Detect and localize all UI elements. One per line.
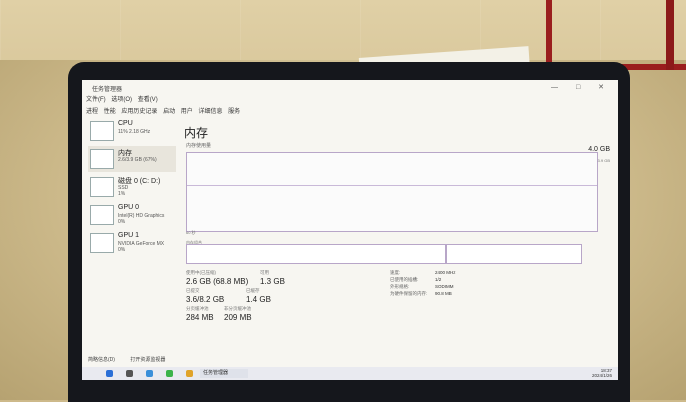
sidebar-item-sub: Intel(R) HD Graphics 0% — [118, 213, 165, 225]
app-icon[interactable] — [166, 370, 173, 377]
tab-users[interactable]: 用户 — [181, 109, 193, 115]
taskbar: 任务管理器 18:37 2024/1/26 — [82, 367, 618, 380]
composition-divider — [445, 245, 447, 263]
sidebar-item-gpu0[interactable]: GPU 0 Intel(R) HD Graphics 0% — [88, 202, 176, 228]
folder-icon[interactable] — [186, 370, 193, 377]
sidebar-item-sub: 11% 2.18 GHz — [118, 129, 151, 135]
sidebar-item-memory[interactable]: 内存 2.6/3.9 GB (67%) — [88, 146, 176, 172]
sidebar-item-cpu[interactable]: CPU 11% 2.18 GHz — [88, 118, 176, 144]
graph-time: 60 秒 — [186, 230, 196, 235]
taskbar-task-manager[interactable]: 任务管理器 — [200, 369, 248, 378]
memory-usage-graph — [186, 152, 598, 232]
disk-graph-thumbnail — [90, 177, 114, 197]
resource-monitor-link[interactable]: 打开资源监视器 — [130, 357, 165, 363]
edge-icon[interactable] — [146, 370, 153, 377]
graph-max: 3.9 GB — [597, 158, 610, 163]
red-chair — [546, 0, 686, 70]
memory-stats: 使用中(已压缩) 2.6 GB (68.8 MB) 可用 1.3 GB 已提交 … — [186, 270, 606, 350]
tab-app-history[interactable]: 应用历史记录 — [121, 109, 157, 115]
cpu-graph-thumbnail — [90, 121, 114, 141]
window-title: 任务管理器 — [92, 87, 123, 93]
sidebar-item-gpu1[interactable]: GPU 1 NVIDIA GeForce MX 0% — [88, 230, 176, 256]
stat-available: 可用 1.3 GB — [260, 270, 285, 286]
sidebar-item-label: CPU — [118, 120, 133, 127]
info-row: 速度: 2400 MHz — [390, 270, 456, 275]
tab-details[interactable]: 详细信息 — [198, 109, 222, 115]
window-controls[interactable]: — □ ✕ — [551, 83, 612, 91]
stat-in-use: 使用中(已压缩) 2.6 GB (68.8 MB) — [186, 270, 249, 286]
memory-panel: 内存 内存使用量 4.0 GB 3.9 GB 60 秒 内存组合 使用中(已压缩… — [182, 122, 612, 352]
performance-sidebar: CPU 11% 2.18 GHz 内存 2.6/3.9 GB (67%) 磁盘 … — [88, 118, 176, 348]
stat-nonpaged-pool: 非分页缓冲池 209 MB — [224, 306, 252, 322]
memory-graph-thumbnail — [90, 149, 114, 169]
window-footer: 简略信息(D) 打开资源监视器 — [88, 356, 179, 363]
sidebar-item-label: GPU 1 — [118, 232, 140, 239]
sidebar-item-label: GPU 0 — [118, 204, 140, 211]
window-titlebar: 任务管理器 — □ ✕ — [82, 80, 618, 94]
sidebar-item-disk[interactable]: 磁盘 0 (C: D:) SSD 1% — [88, 174, 176, 200]
tab-processes[interactable]: 进程 — [86, 109, 98, 115]
stat-cached: 已缓存 1.4 GB — [246, 288, 271, 304]
sidebar-item-sub: 2.6/3.9 GB (67%) — [118, 157, 157, 163]
sidebar-item-sub: SSD 1% — [118, 185, 129, 197]
menu-view[interactable]: 查看(V) — [138, 97, 158, 103]
memory-composition-bar — [186, 244, 582, 264]
tab-bar: 进程 性能 应用历史记录 启动 用户 详细信息 服务 — [82, 106, 618, 116]
search-icon[interactable] — [126, 370, 133, 377]
clock[interactable]: 18:37 2024/1/26 — [592, 368, 612, 378]
tab-startup[interactable]: 启动 — [163, 109, 175, 115]
brief-info-link[interactable]: 简略信息(D) — [88, 357, 115, 363]
gpu1-graph-thumbnail — [90, 233, 114, 253]
panel-title: 内存 — [184, 126, 209, 140]
start-icon[interactable] — [106, 370, 113, 377]
tab-performance[interactable]: 性能 — [104, 109, 116, 115]
laptop-screen: 任务管理器 — □ ✕ 文件(F) 选项(O) 查看(V) 进程 性能 应用历史… — [82, 80, 618, 380]
info-row: 外形规格: SODIMM — [390, 284, 454, 289]
stat-committed: 已提交 3.6/8.2 GB — [186, 288, 225, 304]
memory-info: 速度: 2400 MHz 已使用的插槽: 1/2 外形规格: SODIMM 为硬件保留… — [390, 270, 500, 298]
red-chair-leg — [666, 0, 674, 70]
menu-bar: 文件(F) 选项(O) 查看(V) — [82, 94, 618, 104]
gpu0-graph-thumbnail — [90, 205, 114, 225]
usage-label: 内存使用量 — [186, 143, 212, 149]
info-row: 已使用的插槽: 1/2 — [390, 277, 442, 282]
info-row: 为硬件保留的内存: 90.8 MB — [390, 291, 452, 296]
menu-file[interactable]: 文件(F) — [86, 97, 106, 103]
sidebar-item-sub: NVIDIA GeForce MX 0% — [118, 241, 165, 253]
tab-services[interactable]: 服务 — [228, 109, 240, 115]
menu-options[interactable]: 选项(O) — [111, 97, 132, 103]
stat-paged-pool: 分页缓冲池 284 MB — [186, 306, 214, 322]
